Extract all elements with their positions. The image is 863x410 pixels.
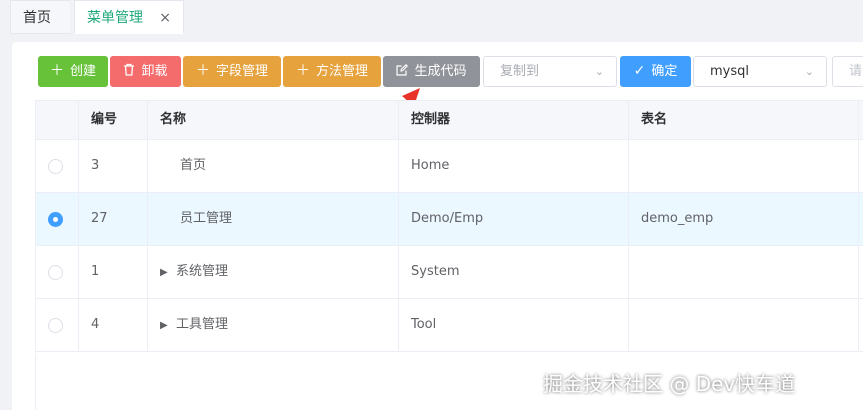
header-id: 编号 [79, 101, 148, 139]
chevron-down-icon: ⌄ [804, 65, 814, 78]
search-input[interactable]: 请 [832, 56, 863, 87]
row-radio[interactable] [48, 318, 63, 333]
copy-to-select[interactable]: 复制到 ⌄ [483, 56, 617, 87]
create-button-label: 创建 [69, 64, 96, 79]
header-radio-column [36, 101, 79, 139]
generate-code-label: 生成代码 [414, 64, 467, 79]
header-table-name: 表名 [629, 101, 859, 139]
edit-icon [396, 57, 409, 86]
row-id: 3 [79, 140, 148, 192]
row-radio[interactable] [48, 159, 63, 174]
table-header: 编号 名称 控制器 表名 [35, 100, 863, 140]
tab-menu-management[interactable]: 菜单管理 × [74, 0, 184, 34]
copy-to-placeholder: 复制到 [500, 64, 540, 79]
row-radio-cell [36, 140, 79, 192]
plus-icon: ＋ [195, 63, 210, 79]
table-row[interactable]: 3 首页 Home [35, 140, 863, 193]
row-name: 系统管理 [176, 264, 229, 279]
table-row[interactable]: 4 ▶ 工具管理 Tool [35, 299, 863, 352]
row-name: 工具管理 [176, 317, 229, 332]
uninstall-button[interactable]: 卸载 [110, 56, 181, 87]
row-radio-cell [36, 193, 79, 245]
row-radio-cell [36, 246, 79, 298]
chevron-down-icon: ⌄ [594, 65, 604, 78]
row-radio-cell [36, 299, 79, 351]
row-id: 1 [79, 246, 148, 298]
generate-code-button[interactable]: 生成代码 [383, 56, 480, 87]
check-icon: ✓ [633, 63, 646, 79]
field-management-button[interactable]: ＋ 字段管理 [183, 56, 281, 87]
main-panel: ＋ 创建 卸载 ＋ 字段管理 ＋ 方法管理 生成代码 复制到 ⌄ ✓ 确定 mysql … [12, 42, 863, 410]
field-management-label: 字段管理 [215, 64, 268, 79]
row-name-cell: 首页 [148, 140, 399, 192]
row-radio[interactable] [48, 265, 63, 280]
tab-home[interactable]: 首页 [10, 0, 70, 34]
row-id: 4 [79, 299, 148, 351]
header-controller: 控制器 [399, 101, 629, 139]
search-input-placeholder: 请 [849, 64, 863, 79]
plus-icon: ＋ [295, 63, 310, 79]
method-management-label: 方法管理 [315, 64, 368, 79]
row-controller: System [399, 246, 629, 298]
row-name-cell: 员工管理 [148, 193, 399, 245]
confirm-button[interactable]: ✓ 确定 [620, 56, 691, 87]
row-radio-checked[interactable] [48, 212, 63, 227]
row-table-name [629, 140, 859, 192]
database-select-value: mysql [710, 64, 749, 79]
watermark: 掘金技术社区 @ Dev快车道 [543, 372, 796, 396]
tab-bar: 首页 菜单管理 × [0, 0, 863, 36]
row-controller: Demo/Emp [399, 193, 629, 245]
row-name-cell: ▶ 系统管理 [148, 246, 399, 298]
expand-caret-icon[interactable]: ▶ [160, 247, 176, 299]
uninstall-button-label: 卸载 [141, 64, 168, 79]
row-name-cell: ▶ 工具管理 [148, 299, 399, 351]
table-row-selected[interactable]: 27 员工管理 Demo/Emp demo_emp [35, 193, 863, 246]
tab-menu-management-label: 菜单管理 [87, 10, 143, 26]
method-management-button[interactable]: ＋ 方法管理 [283, 56, 381, 87]
create-button[interactable]: ＋ 创建 [38, 56, 108, 87]
header-name: 名称 [148, 101, 399, 139]
row-controller: Tool [399, 299, 629, 351]
row-name: 首页 [180, 158, 207, 173]
row-name: 员工管理 [180, 211, 233, 226]
tab-home-label: 首页 [23, 10, 51, 26]
header-extra [859, 101, 863, 139]
row-id: 27 [79, 193, 148, 245]
row-controller: Home [399, 140, 629, 192]
trash-icon [123, 57, 135, 86]
confirm-button-label: 确定 [651, 64, 678, 79]
row-table-name [629, 246, 859, 298]
row-table-name: demo_emp [629, 193, 859, 245]
close-icon[interactable]: × [159, 1, 171, 35]
expand-caret-icon[interactable]: ▶ [160, 300, 176, 352]
database-select[interactable]: mysql ⌄ [693, 56, 827, 87]
plus-icon: ＋ [49, 63, 64, 79]
row-table-name [629, 299, 859, 351]
table-row[interactable]: 1 ▶ 系统管理 System [35, 246, 863, 299]
